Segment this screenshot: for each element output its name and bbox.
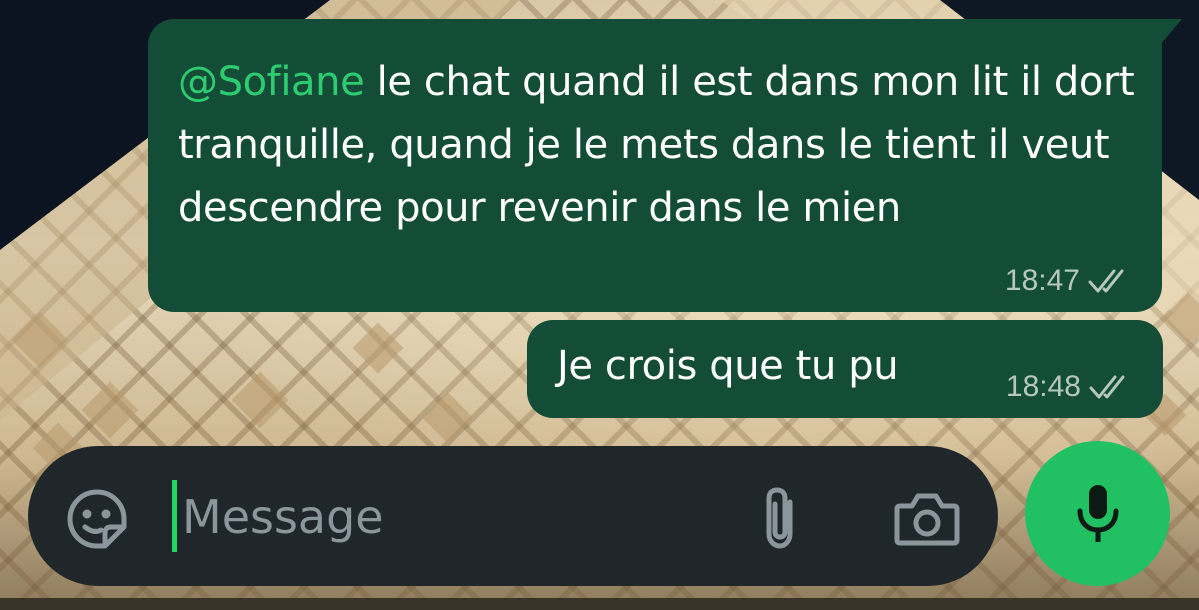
double-check-icon — [1088, 267, 1132, 295]
outgoing-message-bubble[interactable]: Je crois que tu pu 18:48 — [527, 320, 1163, 418]
outgoing-message-bubble[interactable]: @Sofiane le chat quand il est dans mon l… — [148, 19, 1182, 312]
message-text: Je crois que tu pu — [557, 343, 899, 389]
mic-icon — [1077, 485, 1119, 542]
bubble-tail — [1160, 19, 1182, 45]
mic-button[interactable] — [1025, 441, 1170, 586]
double-check-icon — [1089, 373, 1133, 401]
message-meta: 18:47 — [1005, 264, 1132, 298]
sticker-icon[interactable] — [65, 487, 129, 551]
paperclip-icon[interactable] — [756, 484, 804, 554]
chat-screen: @Sofiane le chat quand il est dans mon l… — [0, 0, 1199, 610]
message-composer — [28, 446, 998, 586]
message-input[interactable] — [180, 476, 744, 558]
mention-link[interactable]: @Sofiane — [178, 59, 365, 105]
message-text: @Sofiane le chat quand il est dans mon l… — [178, 51, 1138, 240]
camera-icon[interactable] — [894, 490, 960, 548]
message-meta: 18:48 — [1006, 370, 1133, 404]
message-time: 18:47 — [1004, 264, 1080, 297]
text-cursor — [172, 480, 177, 552]
message-time: 18:48 — [1005, 370, 1081, 403]
